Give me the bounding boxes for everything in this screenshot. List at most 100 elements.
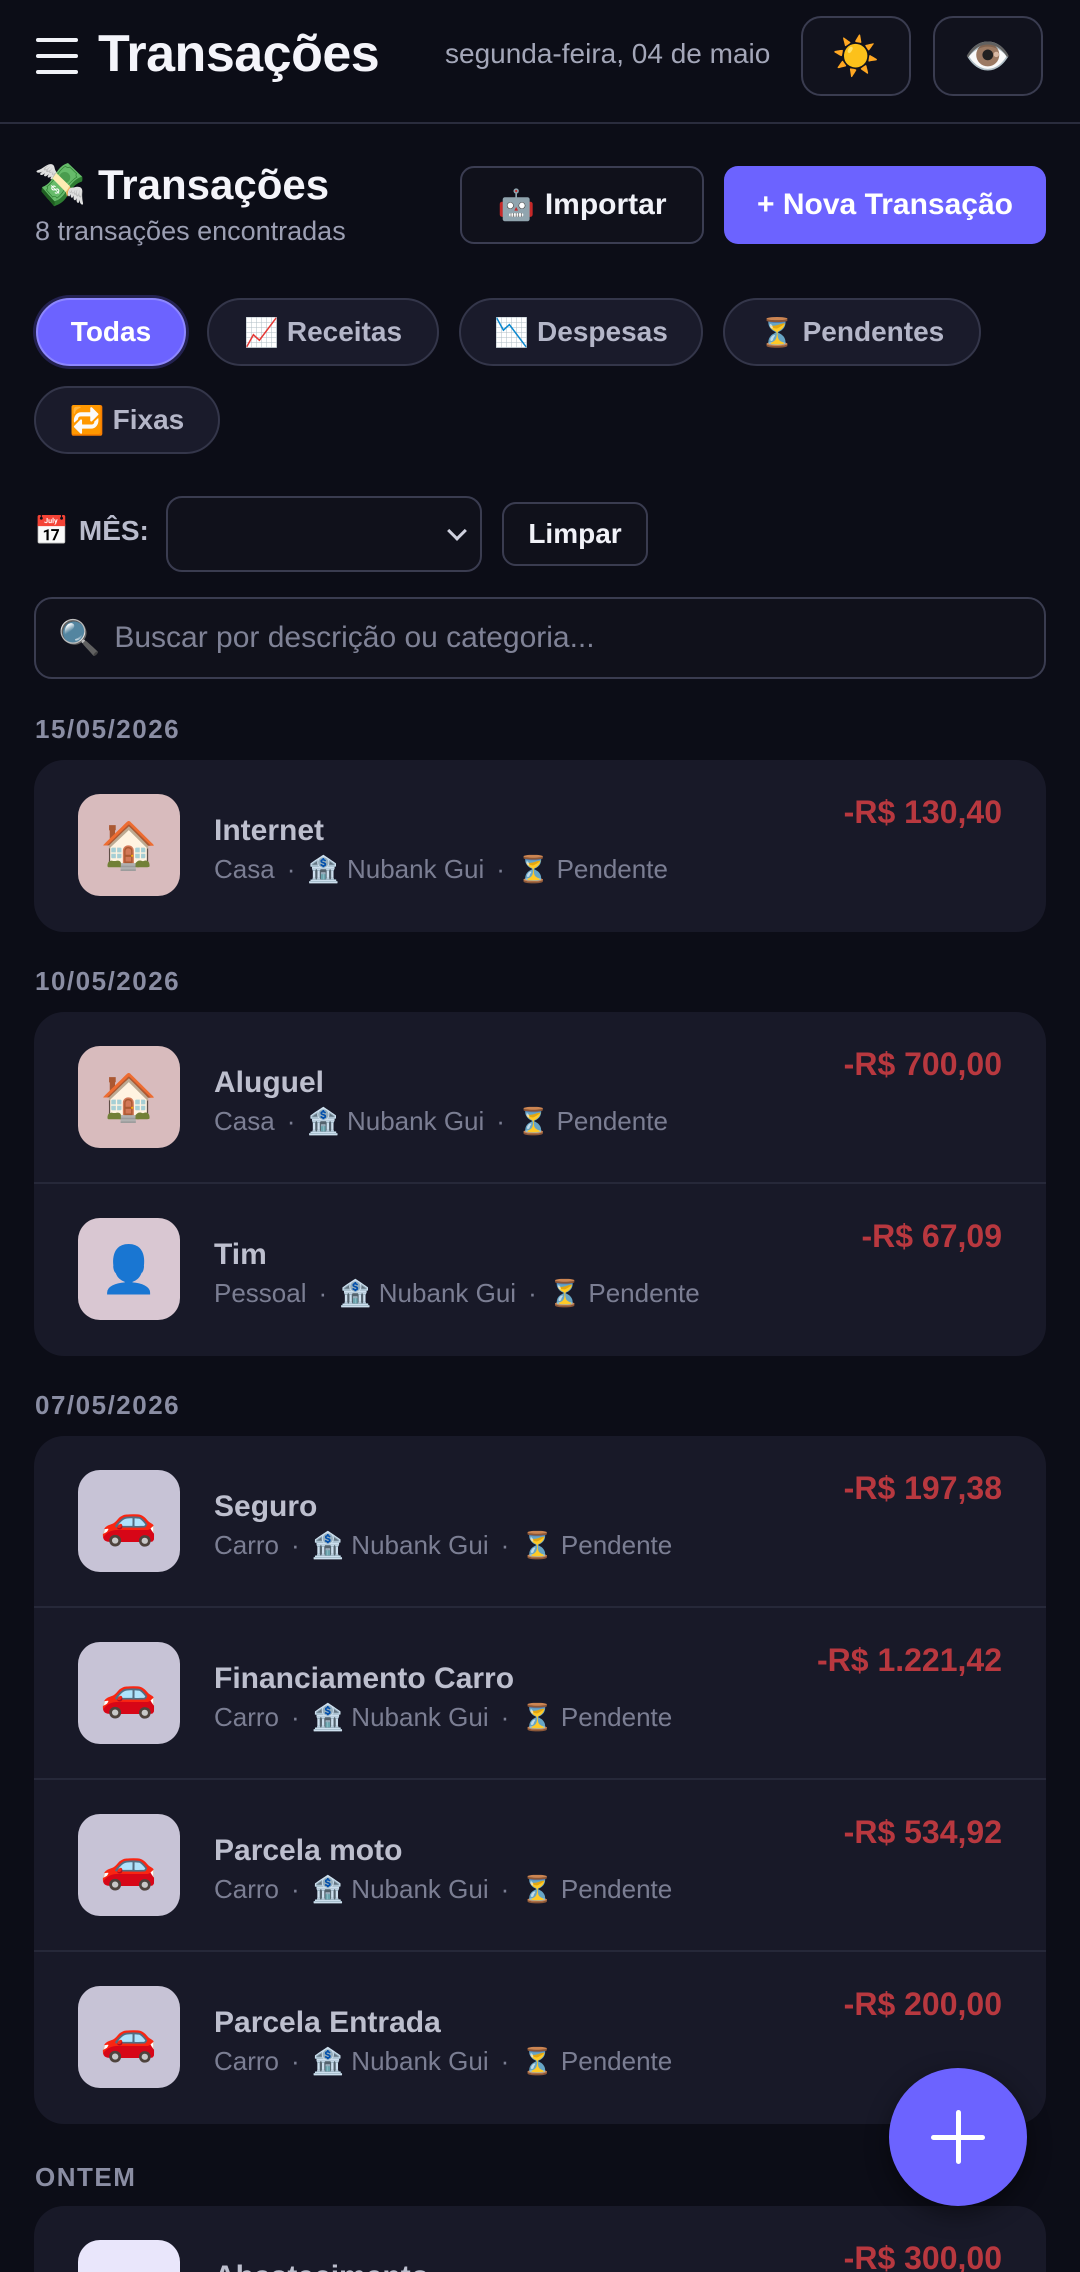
month-select[interactable] <box>166 496 482 572</box>
bank-icon: 🏦 <box>307 854 340 885</box>
transaction-meta: Casa · 🏦 Nubank Gui · ⏳ Pendente <box>214 854 668 885</box>
transaction-row[interactable]: 🏠 Internet Casa · 🏦 Nubank Gui · ⏳ Pendent… <box>34 760 1046 932</box>
top-bar: Transações segunda-feira, 04 de maio ☀️ … <box>0 0 1080 124</box>
transaction-status: Pendente <box>556 854 668 884</box>
app-title: Transações <box>98 25 380 83</box>
money-wings-icon: 💸 <box>34 160 87 209</box>
bank-icon: 🏦 <box>311 1702 345 1733</box>
person-icon: 👤 <box>78 1218 180 1320</box>
add-transaction-fab[interactable] <box>889 2068 1027 2206</box>
transaction-category: Casa <box>214 1106 275 1136</box>
transaction-account: Nubank Gui <box>378 1278 517 1308</box>
transaction-amount: -R$ 1.221,42 <box>816 1642 1002 1678</box>
transaction-account: Nubank Gui <box>346 1106 485 1136</box>
search-icon: 🔍 <box>58 618 101 658</box>
transaction-title: Seguro <box>214 1490 318 1523</box>
transaction-category: Pessoal <box>214 1278 307 1308</box>
search-bar: 🔍 <box>34 597 1046 679</box>
transaction-row[interactable]: 🚗 Parcela moto Carro · 🏦 Nubank Gui · ⏳ Pe… <box>34 1780 1046 1952</box>
menu-icon[interactable] <box>36 38 78 76</box>
bank-icon: 🏦 <box>339 1278 372 1309</box>
transaction-row[interactable]: 🏠 Aluguel Casa · 🏦 Nubank Gui · ⏳ Pendente… <box>34 1012 1046 1184</box>
new-transaction-button[interactable]: + Nova Transação <box>724 166 1046 244</box>
date-group-label: 10/05/2026 <box>35 966 181 996</box>
car-icon: 🚗 <box>78 1986 180 2088</box>
transaction-category: Carro <box>214 1702 280 1732</box>
import-button[interactable]: 🤖 Importar <box>460 166 704 244</box>
transaction-status: Pendente <box>588 1278 700 1308</box>
bank-icon: 🏦 <box>311 1874 345 1905</box>
transaction-group-card: 🏠 Internet Casa · 🏦 Nubank Gui · ⏳ Pendent… <box>34 760 1046 932</box>
page-title: 💸 Transações <box>34 160 329 210</box>
transaction-meta: Casa · 🏦 Nubank Gui · ⏳ Pendente <box>214 1106 668 1137</box>
month-filter-label: 📅 MÊS: <box>34 514 149 547</box>
clear-filter-button[interactable]: Limpar <box>502 502 648 566</box>
filter-chip-despesas[interactable]: 📉 Despesas <box>459 298 703 366</box>
transaction-amount: -R$ 700,00 <box>843 1046 1002 1082</box>
car-icon: 🚗 <box>78 1814 180 1916</box>
transaction-category: Carro <box>214 1530 280 1560</box>
transaction-status: Pendente <box>560 1702 673 1732</box>
chevron-down-icon <box>447 521 467 541</box>
filter-label: Fixas <box>112 404 185 435</box>
repeat-icon: 🔁 <box>69 403 105 437</box>
transaction-account: Nubank Gui <box>346 854 485 884</box>
date-group-label: ONTEM <box>35 2162 137 2192</box>
robot-icon: 🤖 <box>497 187 535 223</box>
transaction-status: Pendente <box>560 2046 673 2076</box>
house-icon: 🏠 <box>78 1046 180 1148</box>
transaction-meta: Carro · 🏦 Nubank Gui · ⏳ Pendente <box>214 1530 673 1561</box>
transaction-row[interactable]: 👤 Tim Pessoal · 🏦 Nubank Gui · ⏳ Pendente … <box>34 1184 1046 1356</box>
car-icon: 🚗 <box>78 1642 180 1744</box>
date-group-label: 15/05/2026 <box>35 714 181 744</box>
transaction-amount: -R$ 300,00 <box>843 2240 1002 2272</box>
filter-label: Pendentes <box>802 316 945 347</box>
hourglass-icon: ⏳ <box>521 1530 554 1561</box>
transaction-amount: -R$ 67,09 <box>861 1218 1002 1254</box>
bank-icon: 🏦 <box>311 1530 345 1561</box>
filter-chip-receitas[interactable]: 📈 Receitas <box>207 298 439 366</box>
house-icon: 🏠 <box>78 794 180 896</box>
hourglass-icon: ⏳ <box>521 1874 554 1905</box>
transaction-category: Casa <box>214 854 275 884</box>
transaction-title: Internet <box>214 814 325 847</box>
transaction-row[interactable]: 🚗 Financiamento Carro Carro · 🏦 Nubank Gu… <box>34 1608 1046 1780</box>
transaction-title: Parcela moto <box>214 1834 403 1867</box>
transaction-account: Nubank Gui <box>351 2046 489 2076</box>
transaction-row[interactable]: 🚗 Seguro Carro · 🏦 Nubank Gui · ⏳ Pendente… <box>34 1436 1046 1608</box>
hourglass-icon: ⏳ <box>516 854 550 885</box>
transaction-amount: -R$ 130,40 <box>843 794 1002 830</box>
current-date: segunda-feira, 04 de maio <box>445 38 771 69</box>
fuel-icon <box>78 2240 180 2272</box>
import-label: Importar <box>544 188 667 221</box>
car-icon: 🚗 <box>78 1470 180 1572</box>
transaction-account: Nubank Gui <box>351 1530 489 1560</box>
transaction-row[interactable]: 🚗 Parcela Entrada Carro · 🏦 Nubank Gui · ⏳… <box>34 1952 1046 2124</box>
theme-toggle-button[interactable]: ☀️ <box>801 16 911 96</box>
transaction-count: 8 transações encontradas <box>35 216 346 246</box>
chart-down-icon: 📉 <box>494 315 530 349</box>
transaction-group-card: 🚗 Seguro Carro · 🏦 Nubank Gui · ⏳ Pendente… <box>34 1436 1046 2124</box>
search-input[interactable] <box>114 608 1044 668</box>
page-title-text: Transações <box>97 161 330 208</box>
transaction-title: Tim <box>214 1238 267 1271</box>
filter-chip-fixas[interactable]: 🔁 Fixas <box>34 386 220 454</box>
transaction-category: Carro <box>214 1874 280 1904</box>
transaction-meta: Carro · 🏦 Nubank Gui · ⏳ Pendente <box>214 2046 673 2077</box>
transaction-category: Carro <box>214 2046 280 2076</box>
hourglass-icon: ⏳ <box>759 315 795 349</box>
transaction-amount: -R$ 534,92 <box>843 1814 1002 1850</box>
transaction-amount: -R$ 200,00 <box>843 1986 1002 2022</box>
transaction-title: Parcela Entrada <box>214 2006 441 2039</box>
filter-chip-pendentes[interactable]: ⏳ Pendentes <box>723 298 981 366</box>
transaction-group-card: 🏠 Aluguel Casa · 🏦 Nubank Gui · ⏳ Pendente… <box>34 1012 1046 1356</box>
toggle-visibility-button[interactable]: 👁️ <box>933 16 1043 96</box>
filter-chip-todas[interactable]: Todas <box>36 298 186 366</box>
transaction-row[interactable]: Abastecimento -R$ 300,00 <box>34 2206 1046 2272</box>
hourglass-icon: ⏳ <box>548 1278 582 1309</box>
transaction-group-card: Abastecimento -R$ 300,00 <box>34 2206 1046 2272</box>
filter-label: Receitas <box>286 316 403 347</box>
transaction-status: Pendente <box>560 1874 673 1904</box>
hourglass-icon: ⏳ <box>521 1702 554 1733</box>
transaction-account: Nubank Gui <box>351 1874 489 1904</box>
